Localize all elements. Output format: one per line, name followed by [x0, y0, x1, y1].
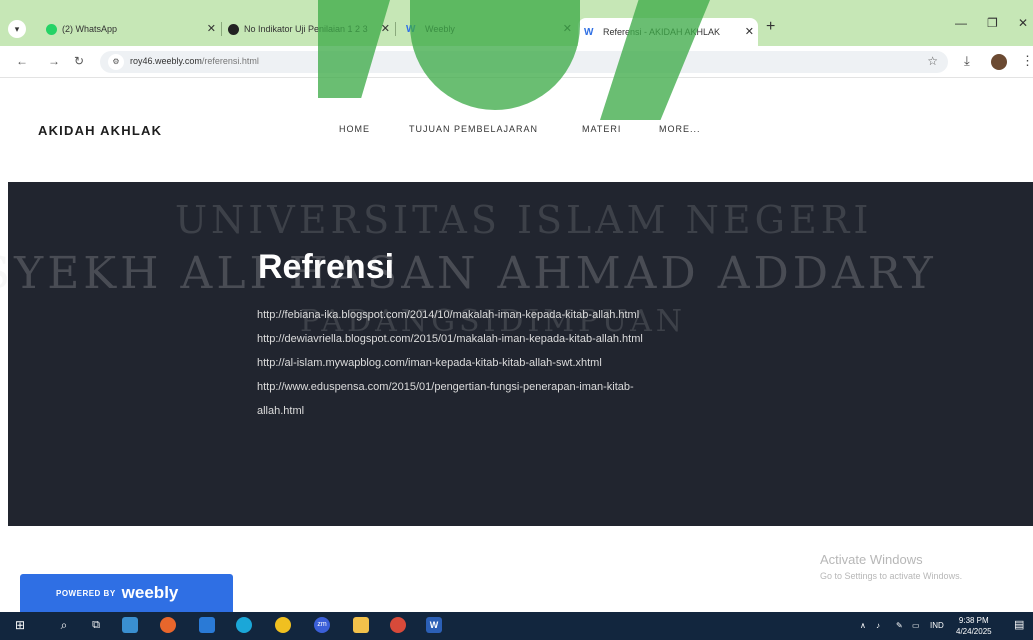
close-window-icon[interactable]: ✕ — [1018, 16, 1028, 30]
tab-indikator[interactable]: No Indikator Uji Penilaian 1 2 3 ✕ — [222, 18, 394, 40]
address-bar: ← → ↻ ⚙ roy46.weebly.com/referensi.html … — [0, 46, 1033, 78]
download-icon[interactable]: ⤓ — [964, 53, 970, 69]
back-icon[interactable]: ← — [16, 54, 28, 68]
url-input[interactable]: ⚙ roy46.weebly.com/referensi.html ☆ — [100, 51, 948, 73]
close-icon[interactable]: ✕ — [207, 22, 216, 35]
reference-link[interactable]: http://febiana-ika.blogspot.com/2014/10/… — [257, 309, 639, 321]
reference-link[interactable]: http://www.eduspensa.com/2015/01/pengert… — [257, 381, 634, 393]
volume-icon[interactable]: ♪ — [876, 621, 880, 630]
url-path: /referensi.html — [201, 56, 259, 66]
reference-link[interactable]: allah.html — [257, 405, 304, 417]
tab-title: (2) WhatsApp — [62, 24, 118, 34]
battery-icon[interactable]: ▭ — [912, 621, 920, 630]
powered-by-label: POWERED BY — [56, 588, 116, 598]
calculator-icon[interactable] — [122, 617, 138, 633]
reload-icon[interactable]: ↻ — [74, 54, 84, 68]
weebly-logo: weebly — [121, 583, 179, 602]
nav-materi[interactable]: MATERI — [582, 124, 621, 134]
weebly-icon: W — [584, 26, 594, 38]
minimize-icon[interactable]: — — [955, 16, 967, 30]
forward-icon[interactable]: → — [48, 54, 60, 68]
zoom-icon[interactable]: zm — [314, 617, 330, 633]
whatsapp-icon — [46, 23, 57, 35]
file-explorer-icon[interactable] — [353, 617, 369, 633]
content-section: Refrensi http://febiana-ika.blogspot.com… — [8, 182, 1033, 526]
nav-more[interactable]: MORE... — [659, 124, 701, 134]
pen-icon[interactable]: ✎ — [896, 621, 903, 630]
notification-icon[interactable]: ▤ — [1014, 618, 1024, 631]
globe-icon — [228, 23, 239, 35]
new-tab-button[interactable]: + — [766, 18, 775, 36]
chrome-icon[interactable] — [390, 617, 406, 633]
word-icon[interactable]: W — [426, 617, 442, 633]
firefox-icon[interactable] — [160, 617, 176, 633]
close-icon[interactable]: ✕ — [563, 22, 572, 35]
tab-whatsapp[interactable]: (2) WhatsApp ✕ — [40, 18, 220, 40]
restore-icon[interactable]: ❐ — [987, 16, 998, 30]
tab-weebly[interactable]: W Weebly ✕ — [400, 18, 576, 40]
clock-date: 4/24/2025 — [956, 627, 992, 636]
avatar[interactable] — [991, 54, 1007, 70]
weebly-icon: W — [406, 23, 416, 35]
site-info-icon[interactable]: ⚙ — [108, 54, 124, 70]
page-title: Refrensi — [258, 248, 395, 286]
reference-link[interactable]: http://al-islam.mywapblog.com/iman-kepad… — [257, 357, 602, 369]
browser-tab-strip: ▾ (2) WhatsApp ✕ No Indikator Uji Penila… — [0, 0, 1033, 46]
tab-title: Weebly — [425, 24, 455, 34]
windows-taskbar: ⊞ ⌕ ⧉ zm W ∧ ♪ ✎ ▭ IND 9:38 PM 4/24/2025… — [0, 612, 1033, 640]
task-view-icon[interactable]: ⧉ — [88, 617, 104, 633]
paint-icon[interactable] — [275, 617, 291, 633]
url-host: roy46.weebly.com — [130, 56, 202, 66]
windows-start-icon[interactable]: ⊞ — [12, 617, 28, 633]
reference-link[interactable]: http://dewiavriella.blogspot.com/2015/01… — [257, 333, 643, 345]
clock[interactable]: 9:38 PM 4/24/2025 — [956, 615, 992, 637]
activate-title: Activate Windows — [820, 552, 923, 567]
nav-home[interactable]: HOME — [339, 124, 370, 134]
tab-title: No Indikator Uji Penilaian 1 2 3 — [244, 24, 368, 34]
mail-icon[interactable] — [199, 617, 215, 633]
close-icon[interactable]: ✕ — [381, 22, 390, 35]
menu-dots-icon[interactable]: ⋮ — [1021, 53, 1033, 69]
powered-by-weebly-badge[interactable]: POWERED BY weebly — [20, 574, 233, 612]
screen: ▾ (2) WhatsApp ✕ No Indikator Uji Penila… — [0, 0, 1033, 640]
clock-time: 9:38 PM — [958, 616, 989, 625]
bookmark-star-icon[interactable]: ☆ — [927, 54, 938, 68]
activate-subtitle: Go to Settings to activate Windows. — [820, 571, 963, 581]
tray-chevron-icon[interactable]: ∧ — [860, 621, 866, 630]
search-icon[interactable]: ⌕ — [56, 617, 72, 633]
close-icon[interactable]: ✕ — [745, 25, 754, 38]
activate-windows-notice: Activate Windows Go to Settings to activ… — [820, 552, 962, 581]
tab-title: Referensi - AKIDAH AKHLAK — [603, 27, 721, 37]
language-indicator[interactable]: IND — [930, 621, 944, 630]
edge-icon[interactable] — [236, 617, 252, 633]
site-title[interactable]: AKIDAH AKHLAK — [38, 123, 162, 138]
tab-search-button[interactable]: ▾ — [8, 20, 26, 38]
nav-tujuan-pembelajaran[interactable]: TUJUAN PEMBELAJARAN — [409, 124, 538, 134]
tab-referensi[interactable]: W Referensi - AKIDAH AKHLAK ✕ — [578, 18, 758, 46]
site-header: AKIDAH AKHLAK HOME TUJUAN PEMBELAJARAN M… — [0, 78, 1033, 182]
